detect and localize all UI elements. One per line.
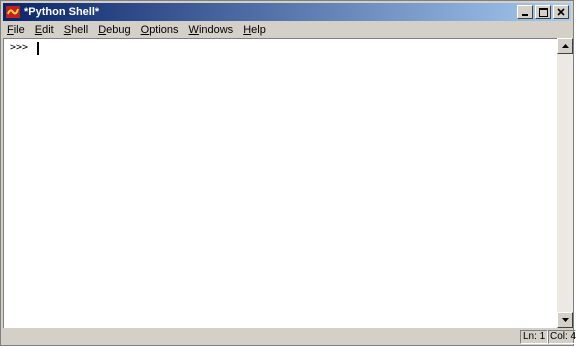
menu-debug[interactable]: Debug [93,24,135,36]
window-title: *Python Shell* [24,6,100,18]
status-bar: Ln: 1 Col: 4 [3,329,576,345]
shell-text-area[interactable]: >>> [3,38,557,328]
shell-prompt: >>> [10,42,29,53]
scroll-up-button[interactable] [557,38,573,54]
maximize-icon [538,7,548,17]
close-icon [557,8,565,16]
menu-mnemonic: S [63,23,72,36]
menu-shell[interactable]: Shell [59,24,93,36]
menu-mnemonic: H [243,23,252,36]
menu-help[interactable]: Help [238,24,271,36]
idle-python-icon[interactable] [6,5,20,19]
status-column: Col: 4 [548,330,576,344]
title-bar[interactable]: *Python Shell* [3,3,571,21]
menu-bar: File Edit Shell Debug Options Windows He… [3,21,571,38]
menu-options[interactable]: Options [136,24,184,36]
python-shell-window: *Python Shell* File Edit Shell Debug Opt… [0,0,576,346]
vertical-scrollbar[interactable] [557,38,573,328]
menu-mnemonic: E [34,23,43,36]
menu-file[interactable]: File [3,24,30,36]
scroll-down-button[interactable] [557,312,573,328]
menu-mnemonic: D [98,23,107,36]
close-button[interactable] [553,5,569,19]
menu-edit[interactable]: Edit [30,24,59,36]
status-line: Ln: 1 [520,330,548,344]
menu-mnemonic: F [7,23,14,36]
window-controls [517,5,569,19]
maximize-button[interactable] [535,5,551,19]
menu-mnemonic: O [140,23,150,36]
arrow-up-icon [561,44,569,48]
minimize-icon [522,14,528,16]
menu-windows[interactable]: Windows [184,24,239,36]
arrow-down-icon [561,318,569,322]
menu-mnemonic: W [188,23,199,36]
text-cursor [37,42,39,55]
minimize-button[interactable] [517,5,533,19]
